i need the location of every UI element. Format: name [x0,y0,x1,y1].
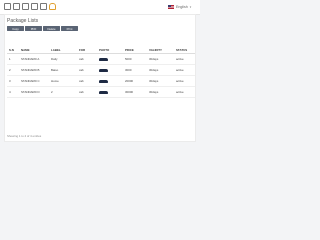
page-title: Package Lists [7,18,39,24]
cell-photo [97,75,123,87]
car-photo-icon [99,79,108,83]
car-photo-icon [99,57,108,61]
cell-name: STANDARD C [19,75,49,87]
cell-label: 2 [49,86,77,98]
cell-name: STANDARD B [19,64,49,76]
window-icon[interactable] [4,3,11,10]
bell-icon[interactable] [49,3,56,10]
table-row: 2 STANDARD B Baiso cab 3000 30days activ… [7,64,195,76]
refresh-icon[interactable] [22,3,29,10]
table-row: 1 STANDARD A Daily cab 5000 30days activ… [7,53,195,65]
cell-price: 30000 [123,86,147,98]
grid-icon[interactable] [40,3,47,10]
cell-sn: 3 [7,75,19,87]
top-bar: English ▾ [0,0,200,15]
lock-icon[interactable] [31,3,38,10]
copy-button[interactable]: Copy [7,26,24,31]
window-icon[interactable] [13,3,20,10]
cell-validity: 30days [147,86,174,98]
cell-price: 5000 [123,53,147,65]
cell-status: active [174,75,195,87]
cell-label: Baiso [49,64,77,76]
cell-status: active [174,64,195,76]
pdf-button[interactable]: PDF [25,26,42,31]
cell-for: cab [77,53,97,65]
cell-label: Daily [49,53,77,65]
table-info: Showing 1 to 4 of 4 entries [7,134,42,138]
car-photo-icon [99,90,108,94]
cell-validity: 30days [147,53,174,65]
cell-price: 3000 [123,64,147,76]
us-flag-icon [168,4,174,9]
delete-button[interactable]: Delete [43,26,60,31]
cell-label: Home [49,75,77,87]
print-button[interactable]: Print [61,26,78,31]
cell-photo [97,64,123,76]
cell-price: 20000 [123,75,147,87]
cell-validity: 30days [147,64,174,76]
cell-photo [97,86,123,98]
cell-status: active [174,86,195,98]
chevron-down-icon: ▾ [189,4,192,9]
language-selector[interactable]: English ▾ [168,2,191,11]
cell-for: cab [77,75,97,87]
table-row: 3 STANDARD C Home cab 20000 30days activ… [7,75,195,87]
package-list-card: Package Lists Copy PDF Delete Print S.N … [4,14,196,142]
export-buttons: Copy PDF Delete Print [7,26,78,31]
cell-name: STANDARD A [19,53,49,65]
cell-name: STANDARD D [19,86,49,98]
cell-sn: 4 [7,86,19,98]
car-photo-icon [99,68,108,72]
cell-for: cab [77,64,97,76]
cell-sn: 2 [7,64,19,76]
language-label: English [176,4,188,9]
table-row: 4 STANDARD D 2 cab 30000 30days active [7,86,195,98]
cell-validity: 30days [147,75,174,87]
cell-sn: 1 [7,53,19,65]
cell-for: cab [77,86,97,98]
package-table: S.N NAME LABEL FOR PHOTO PRICE VALIDITY … [7,47,195,98]
cell-status: active [174,53,195,65]
cell-photo [97,53,123,65]
